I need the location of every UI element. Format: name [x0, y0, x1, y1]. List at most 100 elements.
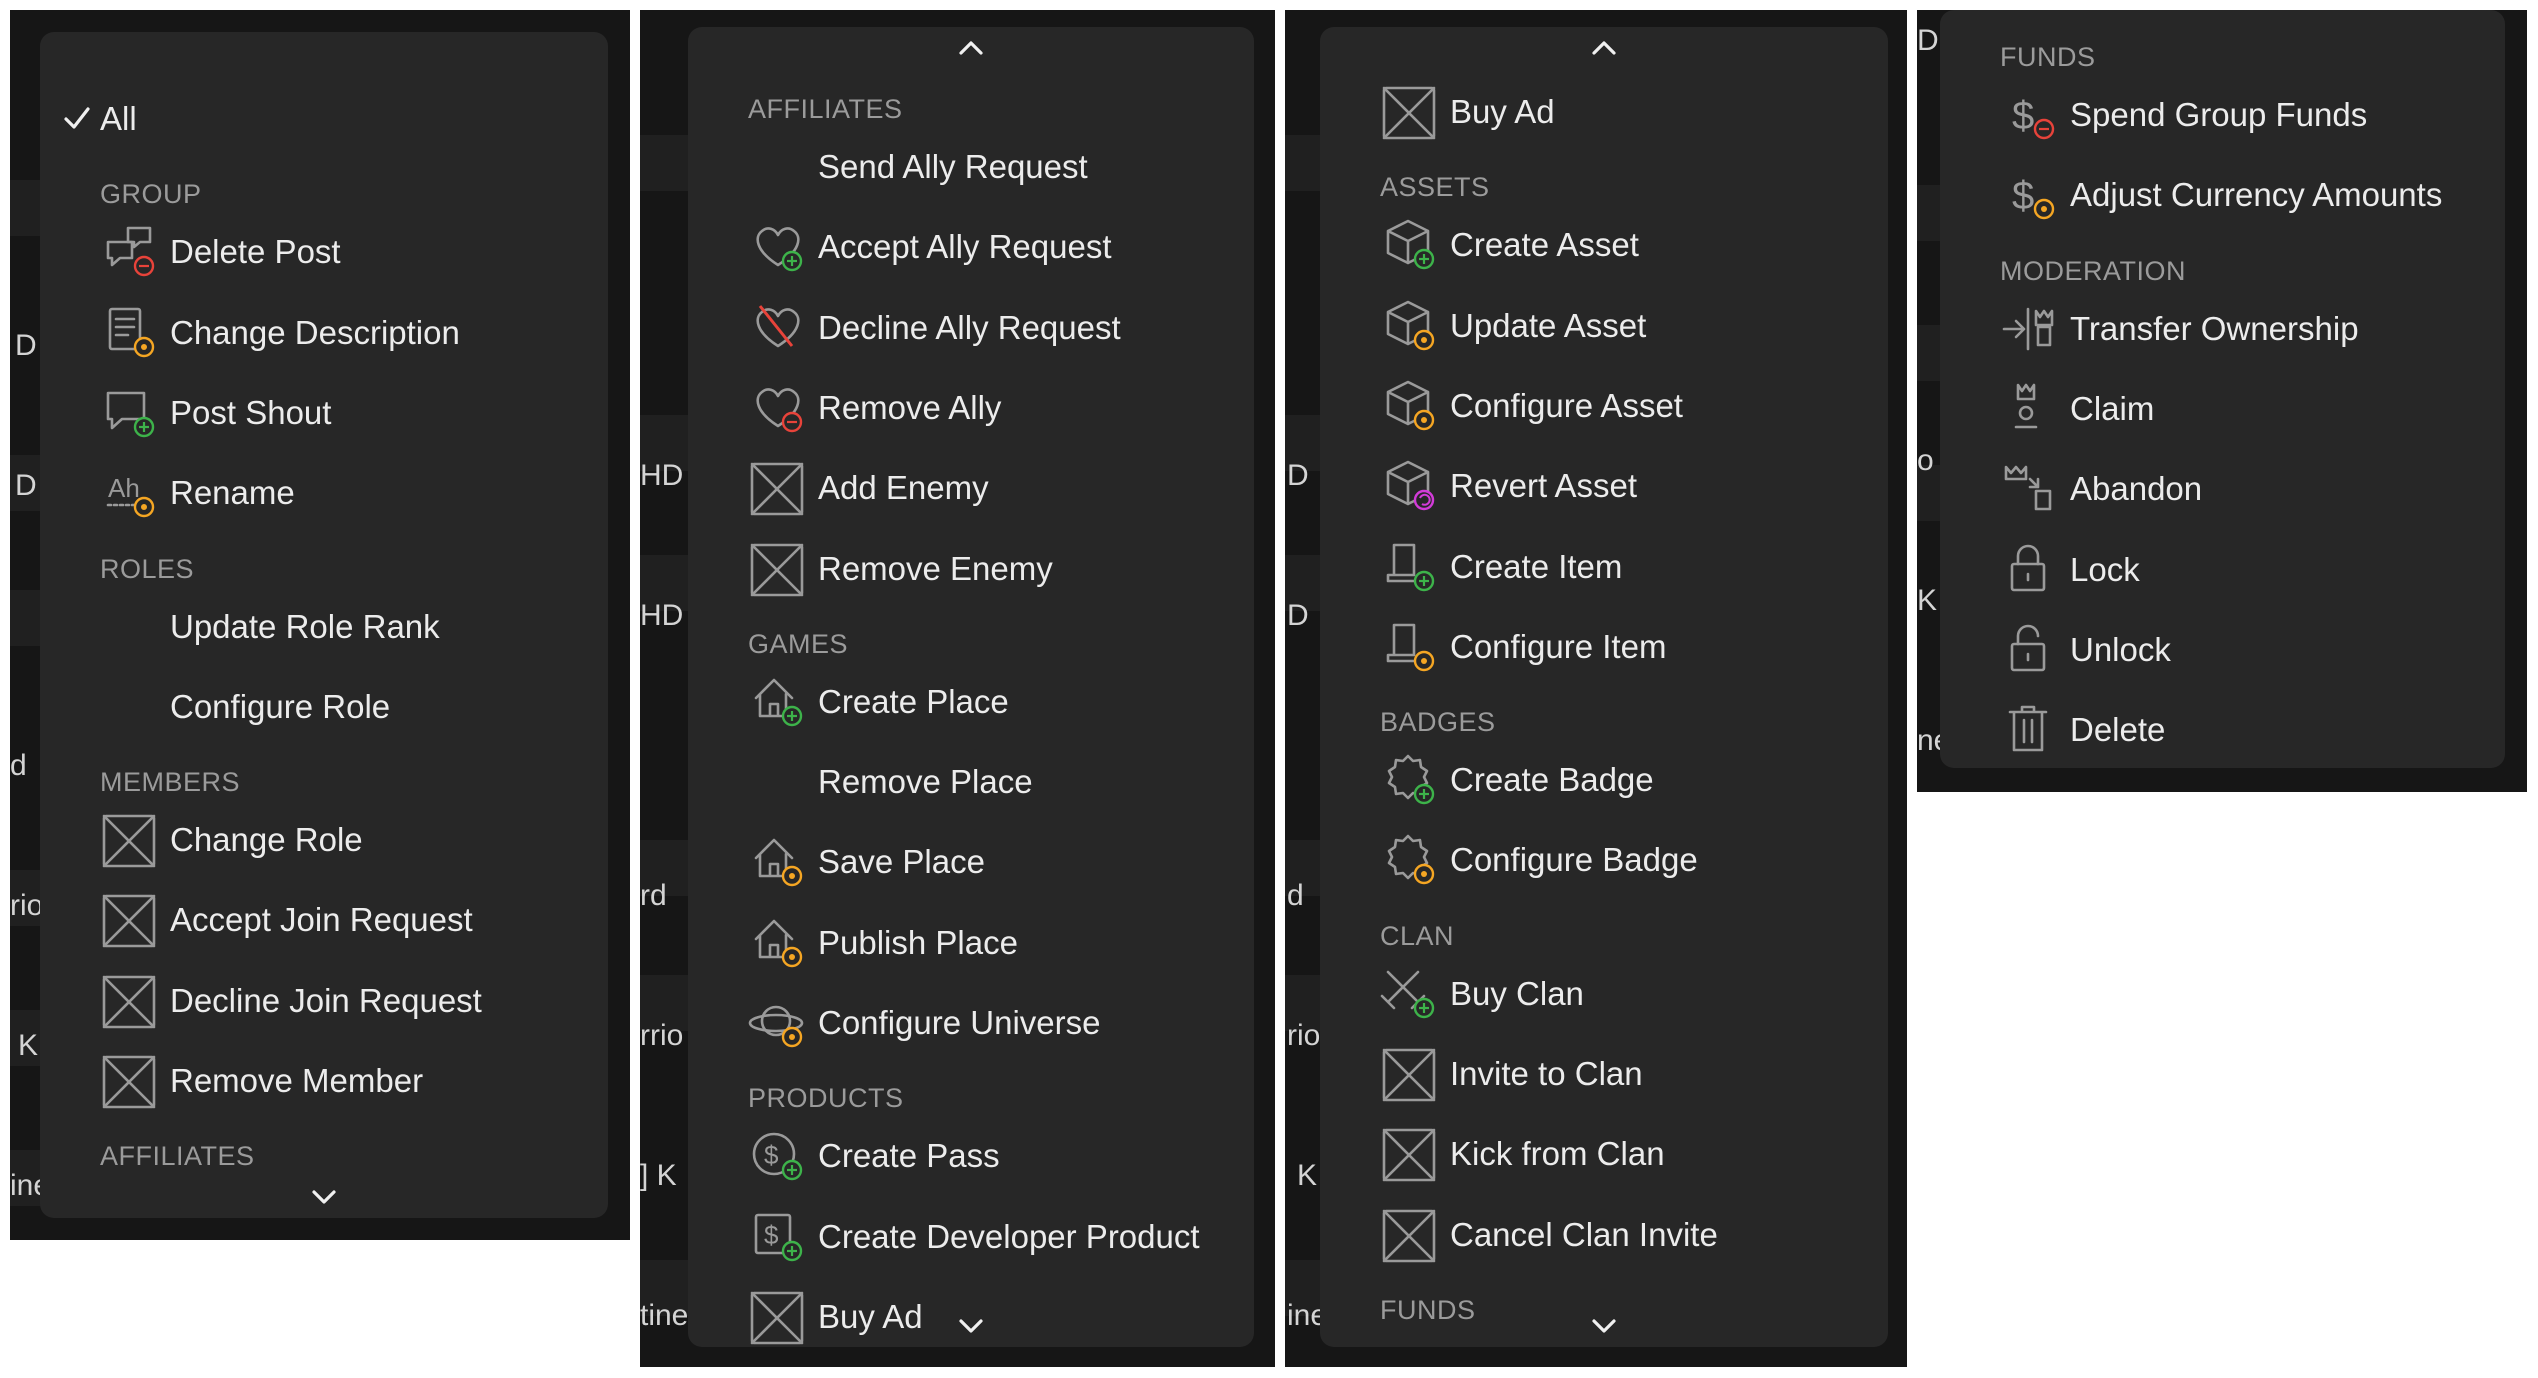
menu-item-delete[interactable]: Delete — [1940, 698, 2505, 762]
menu-item-create-place[interactable]: Create Place — [688, 670, 1254, 734]
menu-item-save-place[interactable]: Save Place — [688, 830, 1254, 894]
menu-item-label: Decline Ally Request — [818, 308, 1121, 346]
svg-text:$: $ — [2012, 94, 2034, 138]
scroll-down-chevron-icon[interactable] — [1584, 1311, 1624, 1341]
menu-item-configure-asset[interactable]: Configure Asset — [1320, 374, 1888, 438]
menu-item-create-item[interactable]: Create Item — [1320, 535, 1888, 599]
menu-item-cancel-clan-invite[interactable]: Cancel Clan Invite — [1320, 1203, 1888, 1267]
menu-item-change-role[interactable]: Change Role — [40, 808, 608, 872]
menu-item-buy-clan[interactable]: Buy Clan — [1320, 962, 1888, 1026]
section-header: FUNDS — [1380, 1294, 1476, 1325]
menu-item-rename[interactable]: Ah Rename — [40, 461, 608, 525]
menu-item-buy-ad[interactable]: Buy Ad — [1320, 80, 1888, 144]
menu-item-create-developer-product[interactable]: $ Create Developer Product — [688, 1205, 1254, 1269]
menu-item-send-ally-request[interactable]: Send Ally Request — [688, 135, 1254, 199]
svg-text:$: $ — [2012, 174, 2034, 218]
menu-item-label: Claim — [2070, 389, 2155, 427]
menu-item-claim[interactable]: Claim — [1940, 377, 2505, 441]
background-list-text: d — [10, 749, 27, 782]
menu-item-change-description[interactable]: Change Description — [40, 301, 608, 365]
scroll-up-chevron-icon[interactable] — [1584, 33, 1624, 63]
filter-dropdown-menu-2[interactable]: AFFILIATES Send Ally Request Accept Ally R… — [688, 27, 1254, 1347]
menu-item-remove-member[interactable]: Remove Member — [40, 1049, 608, 1113]
menu-item-label: Publish Place — [818, 923, 1018, 961]
menu-item-label: Create Item — [1450, 547, 1623, 585]
background-list-text: D — [1287, 599, 1309, 632]
menu-item-create-asset[interactable]: Create Asset — [1320, 213, 1888, 277]
claim-icon — [2014, 383, 2038, 429]
menu-item-label: Create Place — [818, 682, 1009, 720]
section-header: AFFILIATES — [100, 1141, 255, 1172]
menu-item-configure-universe[interactable]: Configure Universe — [688, 991, 1254, 1055]
menu-item-decline-ally-request[interactable]: Decline Ally Request — [688, 296, 1254, 360]
menu-item-add-enemy[interactable]: Add Enemy — [688, 456, 1254, 520]
menu-item-label: Update Asset — [1450, 306, 1647, 344]
badge-icon — [1387, 835, 1435, 885]
menu-item-invite-to-clan[interactable]: Invite to Clan — [1320, 1042, 1888, 1106]
section-header: GAMES — [748, 628, 849, 659]
background-list-text: D — [1917, 24, 1939, 57]
menu-item-create-pass[interactable]: $ Create Pass — [688, 1124, 1254, 1188]
background-list-text: K — [1917, 584, 1938, 617]
section-header: ROLES — [100, 553, 195, 584]
placeholder-box-icon — [1382, 86, 1436, 140]
menu-item-update-asset[interactable]: Update Asset — [1320, 294, 1888, 358]
dollar-icon: $ — [2012, 94, 2055, 140]
background-list-text: ] K — [640, 1159, 677, 1192]
menu-item-kick-from-clan[interactable]: Kick from Clan — [1320, 1122, 1888, 1186]
background-list-text: D — [1287, 459, 1309, 492]
placeholder-box-icon — [750, 543, 804, 596]
menu-item-configure-role[interactable]: Configure Role — [40, 675, 608, 739]
trash-icon — [2008, 705, 2048, 752]
unlock-icon — [2010, 624, 2046, 672]
shout-icon — [106, 391, 155, 438]
menu-item-decline-join-request[interactable]: Decline Join Request — [40, 969, 608, 1033]
menu-item-label: Decline Join Request — [170, 981, 482, 1019]
menu-item-publish-place[interactable]: Publish Place — [688, 911, 1254, 975]
menu-item-configure-badge[interactable]: Configure Badge — [1320, 828, 1888, 892]
section-header: FUNDS — [2000, 42, 2096, 72]
menu-item-all[interactable]: All — [40, 87, 608, 151]
background-list-text: rio — [1287, 1019, 1321, 1052]
menu-item-delete-post[interactable]: Delete Post — [40, 220, 608, 284]
menu-item-buy-ad[interactable]: Buy Ad — [688, 1285, 1254, 1347]
menu-item-update-role-rank[interactable]: Update Role Rank — [40, 595, 608, 659]
menu-item-revert-asset[interactable]: Revert Asset — [1320, 454, 1888, 518]
placeholder-box-icon — [750, 1291, 804, 1345]
menu-item-abandon[interactable]: Abandon — [1940, 457, 2505, 521]
background-list-text: HD — [640, 599, 684, 632]
filter-dropdown-menu-3[interactable]: Buy Ad ASSETS Create Asset Update Asset Conf… — [1320, 27, 1888, 1347]
menu-item-label: Create Asset — [1450, 226, 1639, 264]
menu-item-label: Cancel Clan Invite — [1450, 1215, 1718, 1253]
menu-item-remove-place[interactable]: Remove Place — [688, 750, 1254, 814]
background-list-text: d — [1287, 879, 1304, 912]
scroll-up-chevron-icon[interactable] — [951, 33, 991, 63]
menu-item-create-badge[interactable]: Create Badge — [1320, 748, 1888, 812]
menu-item-remove-enemy[interactable]: Remove Enemy — [688, 537, 1254, 601]
menu-item-configure-item[interactable]: Configure Item — [1320, 615, 1888, 679]
dev-product-icon: $ — [754, 1213, 803, 1261]
menu-item-label: Accept Join Request — [170, 901, 473, 939]
menu-item-spend-group-funds[interactable]: $ Spend Group Funds — [1940, 83, 2505, 147]
menu-item-lock[interactable]: Lock — [1940, 538, 2505, 602]
menu-item-adjust-currency-amounts[interactable]: $ Adjust Currency Amounts — [1940, 163, 2505, 227]
description-icon — [108, 307, 155, 357]
background-list-text: rio — [10, 889, 44, 922]
menu-item-unlock[interactable]: Unlock — [1940, 618, 2505, 682]
menu-item-label: Abandon — [2070, 470, 2203, 508]
menu-item-accept-ally-request[interactable]: Accept Ally Request — [688, 215, 1254, 279]
cube-icon — [1386, 219, 1435, 270]
menu-item-label: Create Badge — [1450, 761, 1654, 799]
filter-dropdown-menu-4[interactable]: FUNDS $ Spend Group Funds $ Adjust Currency … — [1940, 10, 2505, 768]
filter-dropdown-menu-1[interactable]: All GROUP Delete Post Change Description Pos… — [40, 32, 608, 1218]
placeholder-box-icon — [102, 975, 156, 1028]
checkmark-icon — [64, 107, 90, 129]
scroll-down-chevron-icon[interactable] — [304, 1182, 344, 1212]
menu-item-transfer-ownership[interactable]: Transfer Ownership — [1940, 297, 2505, 361]
placeholder-box-icon — [1382, 1048, 1436, 1102]
placeholder-box-icon — [102, 814, 156, 868]
menu-item-accept-join-request[interactable]: Accept Join Request — [40, 888, 608, 952]
menu-item-remove-ally[interactable]: Remove Ally — [688, 376, 1254, 440]
menu-item-label: Change Role — [170, 821, 363, 859]
menu-item-post-shout[interactable]: Post Shout — [40, 381, 608, 445]
